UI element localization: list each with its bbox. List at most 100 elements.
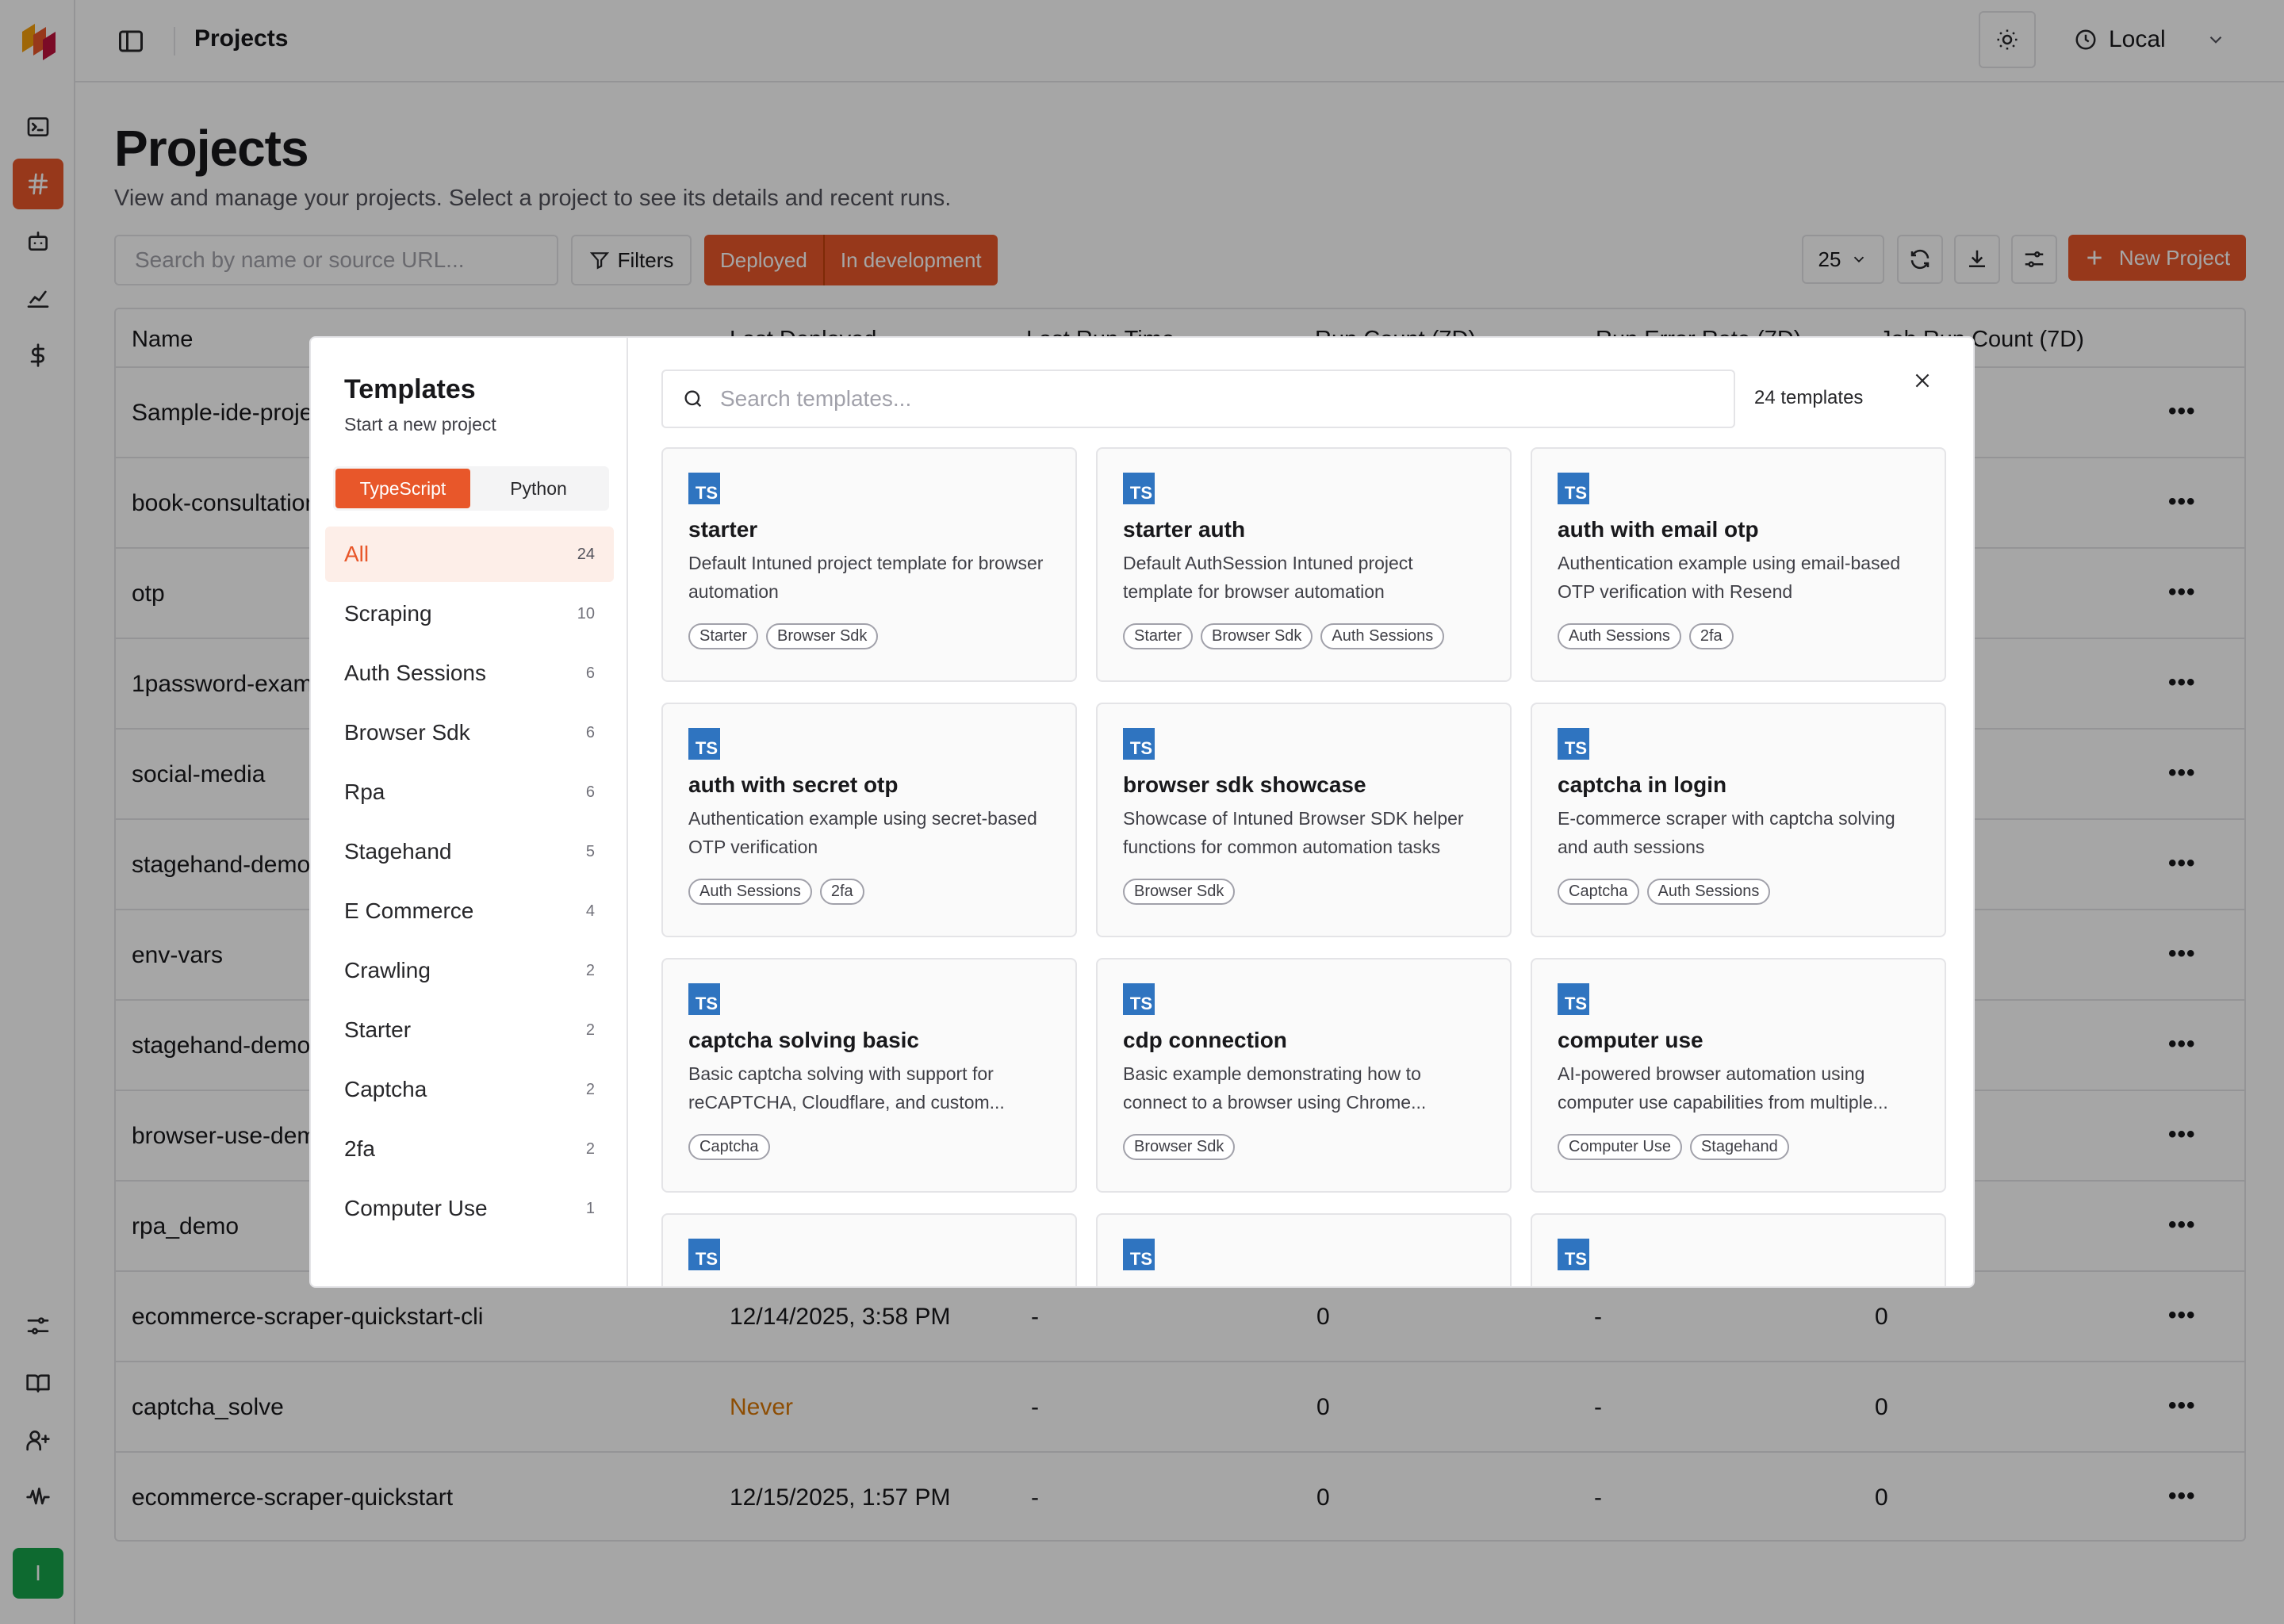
template-name: auth with secret otp [688,772,899,797]
template-name: captcha in login [1558,772,1727,797]
category-item[interactable]: Auth Sessions 6 [325,645,614,701]
typescript-icon: TS [688,728,720,760]
language-typescript-tab[interactable]: TypeScript [335,469,470,508]
template-description [1123,1283,1485,1286]
typescript-badge-label: TS [1129,738,1152,758]
category-item[interactable]: Stagehand 5 [325,824,614,879]
template-count: 24 templates [1754,387,1864,408]
category-count: 2 [585,1139,595,1158]
template-tag: Browser Sdk [1201,623,1313,649]
template-name: starter auth [1123,517,1246,542]
template-tags: Starter Browser Sdk [688,623,1050,649]
template-card[interactable]: TS starter Default Intuned project templat… [661,447,1077,682]
template-tags: Browser Sdk [1123,879,1485,905]
category-item[interactable]: Scraping 10 [325,586,614,642]
typescript-icon: TS [1558,983,1589,1015]
template-name: browser sdk showcase [1123,772,1366,797]
category-count: 2 [585,961,595,979]
typescript-badge-label: TS [1564,738,1587,758]
typescript-icon: TS [1558,1239,1589,1270]
category-item[interactable]: Rpa 6 [325,764,614,820]
template-tags: Auth Sessions 2fa [688,879,1050,905]
category-count: 4 [585,902,595,920]
category-item[interactable]: Browser Sdk 6 [325,705,614,760]
template-description: Basic captcha solving with support for r… [688,1063,1005,1113]
typescript-badge-label: TS [1564,994,1587,1013]
language-toggle: TypeScript Python [333,466,609,511]
typescript-icon: TS [1558,728,1589,760]
template-description: Basic example demonstrating how to conne… [1123,1063,1427,1113]
category-item[interactable]: E Commerce 4 [325,883,614,939]
template-tags: Computer Use Stagehand [1558,1134,1919,1160]
template-card[interactable]: TS [1531,1213,1946,1286]
template-description: AI-powered browser automation using comp… [1558,1063,1888,1113]
template-description: Default Intuned project template for bro… [688,553,1044,602]
typescript-badge-label: TS [695,738,718,758]
template-tags: Browser Sdk [1123,1134,1485,1160]
template-description: Authentication example using email-based… [1558,553,1901,602]
category-label: Crawling [344,958,431,982]
category-label: Auth Sessions [344,661,486,685]
typescript-icon: TS [688,473,720,504]
template-card[interactable]: TS captcha in login E-commerce scraper wit… [1531,703,1946,937]
template-tag: Auth Sessions [1558,623,1681,649]
close-button[interactable] [1907,365,1938,396]
template-card[interactable]: TS auth with email otp Authentication exam… [1531,447,1946,682]
typescript-badge-label: TS [695,994,718,1013]
template-search-placeholder: Search templates... [720,386,912,411]
category-item[interactable]: Crawling 2 [325,943,614,998]
template-tag: Captcha [1558,879,1639,905]
template-name: captcha solving basic [688,1028,919,1052]
template-tag: Browser Sdk [766,623,879,649]
typescript-badge-label: TS [1564,483,1587,503]
template-description: Authentication example using secret-base… [688,808,1037,857]
close-icon [1915,373,1930,388]
template-grid: TS starter Default Intuned project templat… [661,447,1946,1286]
modal-title: Templates [344,374,476,404]
category-label: Scraping [344,601,432,626]
modal-subtitle: Start a new project [344,414,496,435]
typescript-icon: TS [688,1239,720,1270]
language-python-tab[interactable]: Python [470,469,607,508]
category-label: E Commerce [344,898,474,923]
template-card[interactable]: TS cdp connection Basic example demonstrat… [1096,958,1512,1193]
template-description: E-commerce scraper with captcha solving … [1558,808,1895,857]
template-card[interactable]: TS captcha solving basic Basic captcha sol… [661,958,1077,1193]
typescript-icon: TS [1558,473,1589,504]
category-item[interactable]: Captcha 2 [325,1062,614,1117]
category-item[interactable]: All 24 [325,527,614,582]
category-count: 6 [585,783,595,801]
category-label: Starter [344,1017,412,1042]
template-tag: Computer Use [1558,1134,1682,1160]
category-item[interactable]: 2fa 2 [325,1121,614,1177]
category-count: 6 [585,723,595,741]
template-card[interactable]: TS [661,1213,1077,1286]
category-count: 1 [585,1199,595,1217]
category-label: Stagehand [344,839,452,864]
typescript-badge-label: TS [1129,994,1152,1013]
template-tag: Auth Sessions [1646,879,1771,905]
template-search-input[interactable]: Search templates... [661,370,1735,428]
category-label: Captcha [344,1077,427,1101]
template-description [688,1283,1050,1286]
category-label: Browser Sdk [344,720,470,745]
template-name: auth with email otp [1558,517,1759,542]
typescript-badge-label: TS [695,1249,718,1269]
template-name: computer use [1558,1028,1703,1052]
template-tag: 2fa [1688,623,1734,649]
template-card[interactable]: TS browser sdk showcase Showcase of Intune… [1096,703,1512,937]
template-description [1558,1283,1919,1286]
category-item[interactable]: Starter 2 [325,1002,614,1058]
template-card[interactable]: TS [1096,1213,1512,1286]
template-name: cdp connection [1123,1028,1287,1052]
template-card[interactable]: TS auth with secret otp Authentication exa… [661,703,1077,937]
category-count: 10 [577,604,595,622]
templates-sidebar: Templates Start a new project TypeScript… [311,338,628,1286]
category-item[interactable]: Computer Use 1 [325,1181,614,1236]
category-count: 2 [585,1080,595,1098]
typescript-icon: TS [688,983,720,1015]
template-tag: Browser Sdk [1123,879,1236,905]
template-tag: 2fa [819,879,864,905]
template-card[interactable]: TS computer use AI-powered browser automat… [1531,958,1946,1193]
template-card[interactable]: TS starter auth Default AuthSession Intune… [1096,447,1512,682]
